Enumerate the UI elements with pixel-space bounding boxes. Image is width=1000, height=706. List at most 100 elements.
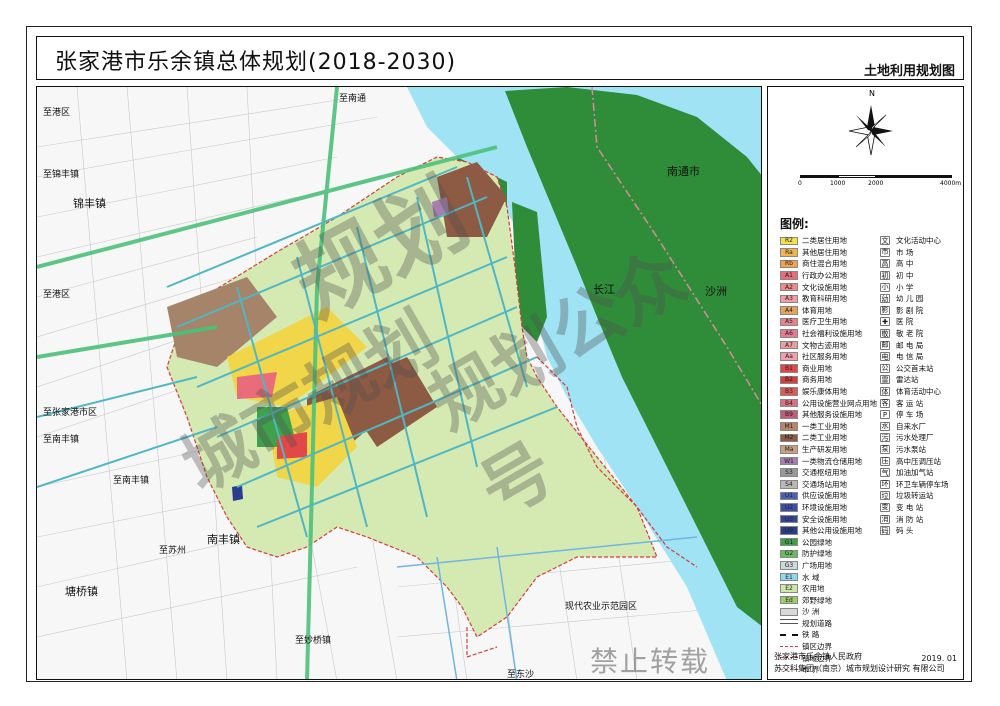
- legend-label: 消 防 站: [896, 514, 924, 524]
- legend-row-landuse: G1 公园绿地: [780, 536, 877, 548]
- legend-row-landuse: Ed 郊野绿地: [780, 594, 877, 606]
- facility-icon: 气: [880, 468, 890, 478]
- plan-org: 张家港市乐余镇人民政府 苏交科集团（南京）城市规划设计研究 有限公司: [774, 651, 945, 675]
- legend-label: 社会福利设施用地: [802, 329, 862, 339]
- legend-label: 影 剧 院: [896, 305, 924, 315]
- legend-swatch: B4: [780, 398, 798, 408]
- legend-row-facility: 客客 运 站: [880, 397, 949, 409]
- label-to-jinfeng: 至锦丰镇: [43, 170, 80, 180]
- legend-swatch: Ra: [780, 248, 798, 257]
- legend-label: 娱乐康体用地: [802, 387, 847, 397]
- legend-row-landuse: A7 文物古迹用地: [780, 339, 877, 351]
- legend-swatch: G1: [780, 537, 798, 547]
- legend-row-facility: 压高中压调压站: [880, 455, 949, 467]
- legend-label: 广场用地: [802, 560, 832, 570]
- scale-tick: 4000m: [940, 180, 962, 187]
- legend-row-facility: ✚ 医 院: [880, 316, 949, 328]
- label-to-dongsha: 至东沙: [507, 670, 535, 680]
- facility-icon: 邮: [880, 340, 890, 350]
- facility-icon: 影: [880, 305, 890, 315]
- legend-label: 农用地: [802, 584, 825, 594]
- legend-swatch: A4: [780, 306, 798, 315]
- legend-label: 一类工业用地: [802, 421, 847, 431]
- legend-label: 文化设施用地: [802, 282, 847, 292]
- compass-label: N: [869, 89, 875, 98]
- legend-label: 停 车 场: [896, 410, 924, 420]
- legend-swatch: B2: [780, 375, 798, 385]
- legend-label: 一类物流仓储用地: [802, 456, 862, 466]
- legend-facility-list: 文文化活动中心市市 场高高 中初初 中小小 学幼幼 儿 园影影 剧 院 ✚ 医 院敬…: [880, 235, 949, 536]
- facility-icon: 电: [880, 352, 890, 362]
- legend-label: 邮 电 局: [896, 340, 924, 350]
- label-shazhou: 沙洲: [705, 285, 727, 298]
- facility-icon: 公: [880, 363, 890, 373]
- scale-tick: 2000: [868, 180, 884, 187]
- facility-icon: 污: [880, 433, 890, 443]
- facility-icon: P: [880, 410, 890, 420]
- legend-label: 防护绿地: [802, 549, 832, 559]
- legend-swatch: G2: [780, 549, 798, 559]
- legend-label: 商住混合用地: [802, 259, 847, 269]
- legend-row-facility: 文文化活动中心: [880, 235, 949, 247]
- legend-label: 二类居住用地: [802, 236, 847, 246]
- legend-label: 雷达站: [896, 375, 919, 385]
- legend-label: 污水处理厂: [896, 433, 934, 443]
- legend-swatch: S4: [780, 480, 798, 489]
- legend-swatch: B9: [780, 410, 798, 419]
- facility-icon: 压: [880, 456, 890, 466]
- legend-row-facility: 水自来水厂: [880, 421, 949, 433]
- facility-icon: 敬: [880, 329, 890, 339]
- legend-row-landuse: E1 水 域: [780, 571, 877, 583]
- legend-row-landuse: M1 一类工业用地: [780, 421, 877, 433]
- facility-icon: 文: [880, 236, 890, 246]
- legend-row-landuse: A6 社会福利设施用地: [780, 328, 877, 340]
- legend-row-facility: 敬敬 老 院: [880, 328, 949, 340]
- legend-row-facility: 码码 头: [880, 525, 949, 537]
- legend-row-facility: 消消 防 站: [880, 513, 949, 525]
- legend-label: 体育用地: [802, 305, 832, 315]
- legend-row-landuse: B3 娱乐康体用地: [780, 386, 877, 398]
- legend-row-landuse: U2 环境设施用地: [780, 502, 877, 514]
- legend-label: 高中压调压站: [896, 456, 941, 466]
- map-canvas[interactable]: 至南通 至港区 至锦丰镇 锦丰镇 至港区 至张家港市区 至南丰镇 至南丰镇 至苏…: [36, 86, 762, 680]
- legend-swatch: A3: [780, 294, 798, 304]
- legend-swatch: A7: [780, 340, 798, 350]
- legend-label: 医 院: [896, 317, 914, 327]
- legend-swatch: A2: [780, 282, 798, 292]
- legend-row-facility: 环环卫车辆停车场: [880, 478, 949, 490]
- facility-icon: 初: [880, 271, 890, 281]
- facility-icon: 雷: [880, 375, 890, 385]
- legend-label: 初 中: [896, 271, 914, 281]
- legend-row-facility: 垃垃圾转运站: [880, 490, 949, 502]
- legend-swatch: M1: [780, 422, 798, 431]
- legend-label: 变 电 站: [896, 502, 924, 512]
- facility-icon: 客: [880, 398, 890, 408]
- legend-row-facility: 雷雷达站: [880, 374, 949, 386]
- legend-line-sample: [780, 619, 798, 627]
- legend-label: 安全设施用地: [802, 514, 847, 524]
- legend-row-landuse: 沙 洲: [780, 606, 877, 618]
- legend-swatch: U1: [780, 491, 798, 501]
- label-nantong-city: 南通市: [667, 165, 700, 178]
- legend-panel: N 0 1000 2000 4000m 图例: R2 二类居住用地 Ra 其他居住用地…: [767, 86, 964, 680]
- legend-row-facility: 邮邮 电 局: [880, 339, 949, 351]
- legend-landuse-list: R2 二类居住用地 Ra 其他居住用地 Rb 商住混合用地 A1 行政办公用地 A2 文化设施用地…: [780, 235, 877, 676]
- label-tangqiao-town: 塘桥镇: [65, 585, 98, 598]
- label-jinfeng-town: 锦丰镇: [73, 197, 106, 210]
- facility-icon: 泵: [880, 444, 890, 454]
- legend-row-landuse: E2 农用地: [780, 583, 877, 595]
- legend-row-landuse: B1 商业用地: [780, 363, 877, 375]
- legend-row-facility: 变变 电 站: [880, 502, 949, 514]
- legend-swatch: B1: [780, 364, 798, 373]
- legend-label: 客 运 站: [896, 398, 924, 408]
- org-line-2: 苏交科集团（南京）城市规划设计研究 有限公司: [774, 664, 945, 673]
- legend-swatch: E2: [780, 584, 798, 593]
- legend-row-landuse: U1 供应设施用地: [780, 490, 877, 502]
- legend-swatch: Aa: [780, 352, 798, 361]
- label-to-nantong: 至南通: [339, 94, 367, 104]
- legend-title: 图例:: [780, 217, 809, 231]
- legend-label: 公用设施营业网点用地: [802, 398, 877, 408]
- legend-label: 幼 儿 园: [896, 294, 924, 304]
- legend-label: 自来水厂: [896, 421, 926, 431]
- legend-row-landuse: A3 教育科研用地: [780, 293, 877, 305]
